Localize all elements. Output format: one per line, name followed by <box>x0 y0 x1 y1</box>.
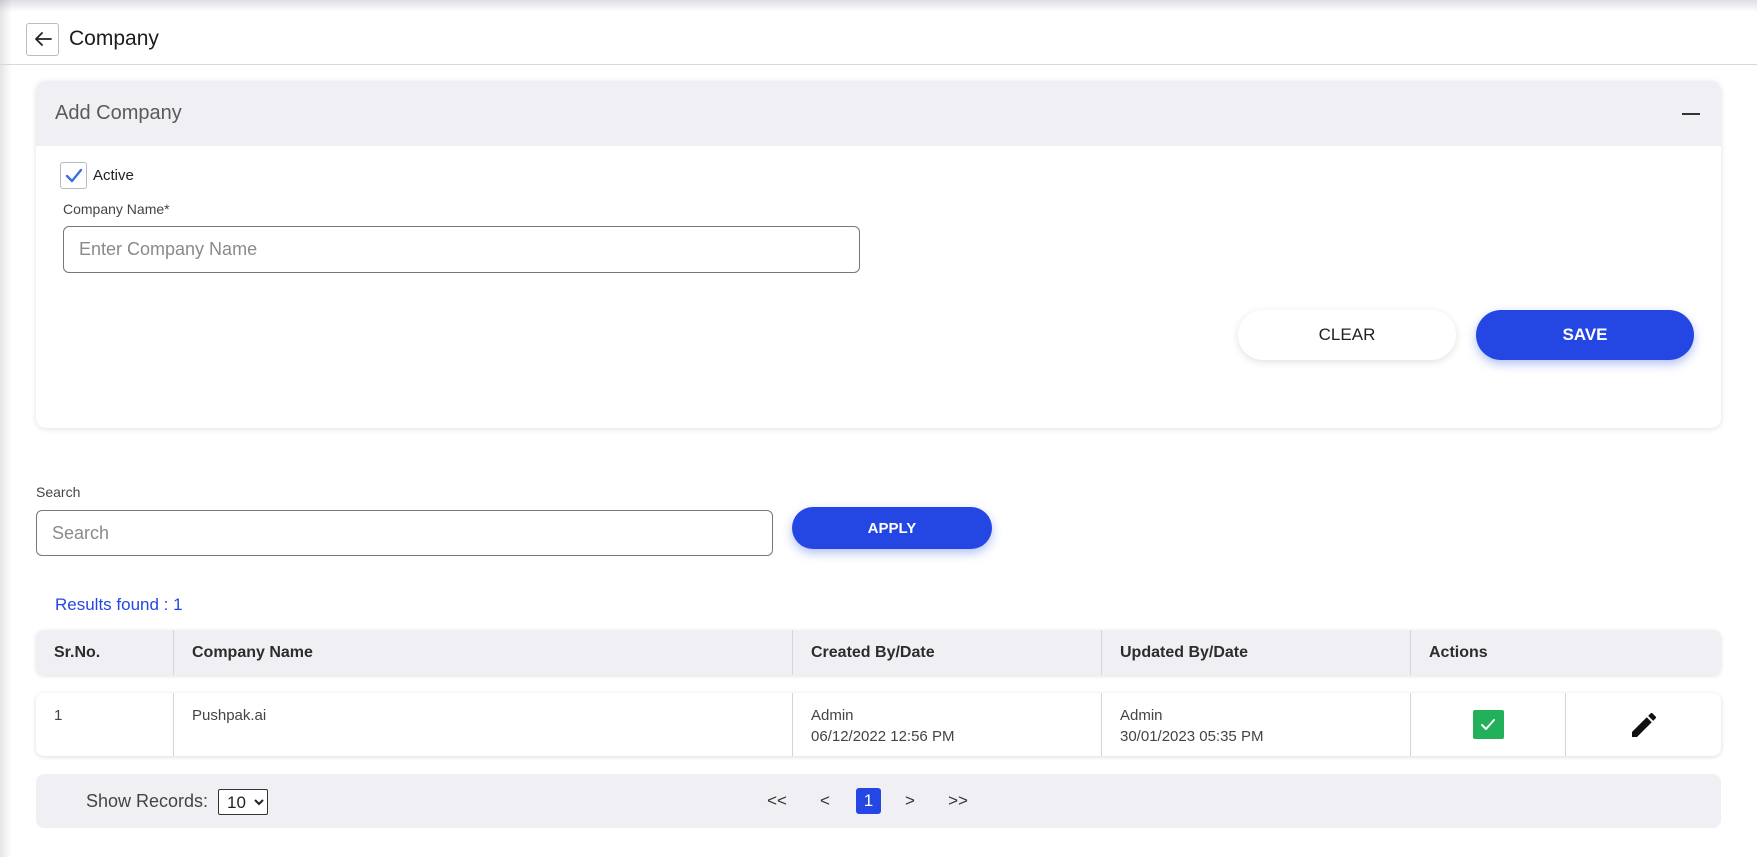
clear-button[interactable]: CLEAR <box>1238 310 1456 360</box>
pager-current-page[interactable]: 1 <box>856 788 881 814</box>
pagination: << < 1 > >> <box>756 788 979 814</box>
add-company-title: Add Company <box>55 102 182 124</box>
left-shadow <box>0 0 12 857</box>
save-button[interactable]: SAVE <box>1476 310 1694 360</box>
search-label: Search <box>36 484 81 500</box>
column-header-sr-no: Sr.No. <box>36 630 174 675</box>
table-footer: Show Records: 10 << < 1 > >> <box>36 774 1721 828</box>
checkmark-icon <box>65 168 82 183</box>
column-header-created: Created By/Date <box>793 630 1102 675</box>
collapse-button[interactable] <box>1679 102 1703 126</box>
search-input[interactable] <box>36 510 773 556</box>
pencil-icon <box>1631 712 1656 737</box>
company-name-input[interactable] <box>63 226 860 273</box>
add-company-header[interactable]: Add Company <box>36 81 1721 146</box>
active-checkbox[interactable] <box>60 162 87 189</box>
cell-company-name: Pushpak.ai <box>174 693 793 756</box>
updated-date: 30/01/2023 05:35 PM <box>1120 728 1264 745</box>
pager-next-button[interactable]: > <box>889 788 931 814</box>
pager-prev-button[interactable]: < <box>804 788 846 814</box>
results-count: Results found : 1 <box>55 595 183 614</box>
created-by: Admin <box>811 707 854 724</box>
page-header: Company <box>0 0 1757 65</box>
column-header-company-name: Company Name <box>174 630 793 675</box>
page-title: Company <box>69 27 159 50</box>
column-header-updated: Updated By/Date <box>1102 630 1411 675</box>
cell-created: Admin 06/12/2022 12:56 PM <box>793 693 1102 756</box>
apply-button[interactable]: APPLY <box>792 507 992 549</box>
status-toggle[interactable] <box>1472 710 1504 739</box>
updated-by: Admin <box>1120 707 1163 724</box>
back-button[interactable] <box>26 22 59 56</box>
checkmark-icon <box>1481 719 1495 730</box>
cell-edit <box>1566 693 1721 756</box>
table-header: Sr.No. Company Name Created By/Date Upda… <box>36 630 1721 675</box>
active-row: Active <box>60 162 134 189</box>
company-name-label: Company Name* <box>63 201 170 217</box>
edit-button[interactable] <box>1626 707 1662 743</box>
show-records-label: Show Records: <box>86 791 209 811</box>
cell-status <box>1411 693 1566 756</box>
records-per-page-select[interactable]: 10 <box>218 789 268 815</box>
created-date: 06/12/2022 12:56 PM <box>811 728 955 745</box>
cell-updated: Admin 30/01/2023 05:35 PM <box>1102 693 1411 756</box>
pager-last-button[interactable]: >> <box>937 788 979 814</box>
minus-icon <box>1682 112 1700 115</box>
pager-first-button[interactable]: << <box>756 788 798 814</box>
add-company-panel: Add Company Active Company Name* CLEAR S… <box>36 81 1721 428</box>
arrow-left-icon <box>34 32 52 46</box>
cell-sr-no: 1 <box>36 693 174 756</box>
table-row: 1 Pushpak.ai Admin 06/12/2022 12:56 PM A… <box>36 693 1721 756</box>
active-label: Active <box>93 167 134 184</box>
column-header-actions: Actions <box>1429 643 1488 661</box>
